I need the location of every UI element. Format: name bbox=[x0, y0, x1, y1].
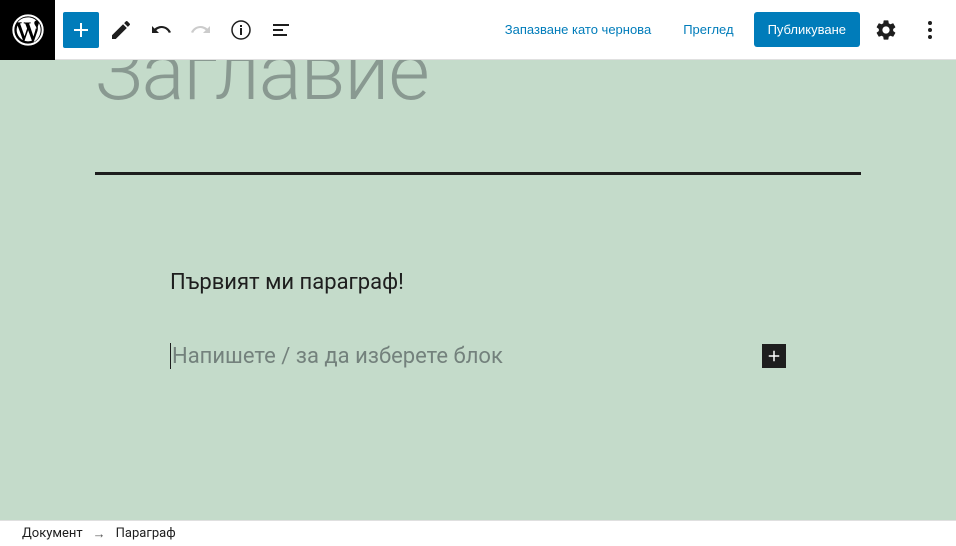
empty-block-prompt[interactable]: Напишете / за да изберете блок bbox=[170, 343, 786, 369]
list-icon bbox=[269, 18, 293, 42]
title-underline bbox=[95, 172, 861, 175]
outline-button[interactable] bbox=[263, 12, 299, 48]
title-area: Заглавие bbox=[95, 60, 861, 175]
plus-icon bbox=[69, 18, 93, 42]
paragraph-block[interactable]: Първият ми параграф! bbox=[170, 270, 786, 295]
inline-add-block-button[interactable] bbox=[762, 344, 786, 368]
pencil-icon bbox=[109, 18, 133, 42]
redo-icon bbox=[189, 18, 213, 42]
post-title-placeholder[interactable]: Заглавие bbox=[95, 60, 861, 112]
publish-button[interactable]: Публикуване bbox=[754, 12, 860, 47]
more-options-button[interactable] bbox=[912, 12, 948, 48]
breadcrumb-root[interactable]: Документ bbox=[22, 526, 83, 541]
wordpress-logo[interactable] bbox=[0, 0, 55, 60]
text-cursor bbox=[170, 343, 171, 369]
edit-mode-button[interactable] bbox=[103, 12, 139, 48]
settings-button[interactable] bbox=[868, 12, 904, 48]
plus-icon bbox=[765, 347, 783, 365]
breadcrumb-current[interactable]: Параграф bbox=[116, 526, 176, 541]
add-block-button[interactable] bbox=[63, 12, 99, 48]
more-vertical-icon bbox=[918, 18, 942, 42]
info-icon bbox=[229, 18, 253, 42]
breadcrumb-arrow-icon: → bbox=[93, 526, 106, 542]
block-prompt-text: Напишете / за да изберете блок bbox=[172, 344, 503, 369]
undo-button[interactable] bbox=[143, 12, 179, 48]
block-breadcrumb: Документ → Параграф bbox=[0, 520, 956, 546]
toolbar-right-group: Запазване като чернова Преглед Публикува… bbox=[493, 12, 948, 48]
redo-button[interactable] bbox=[183, 12, 219, 48]
save-draft-button[interactable]: Запазване като чернова bbox=[493, 14, 663, 45]
content-area: Първият ми параграф! Напишете / за да из… bbox=[170, 270, 786, 369]
preview-button[interactable]: Преглед bbox=[671, 14, 745, 45]
toolbar-left-group bbox=[63, 12, 299, 48]
editor-canvas[interactable]: Заглавие Първият ми параграф! Напишете /… bbox=[0, 60, 956, 520]
gear-icon bbox=[874, 18, 898, 42]
info-button[interactable] bbox=[223, 12, 259, 48]
undo-icon bbox=[149, 18, 173, 42]
wordpress-icon bbox=[12, 14, 44, 46]
editor-toolbar: Запазване като чернова Преглед Публикува… bbox=[0, 0, 956, 60]
